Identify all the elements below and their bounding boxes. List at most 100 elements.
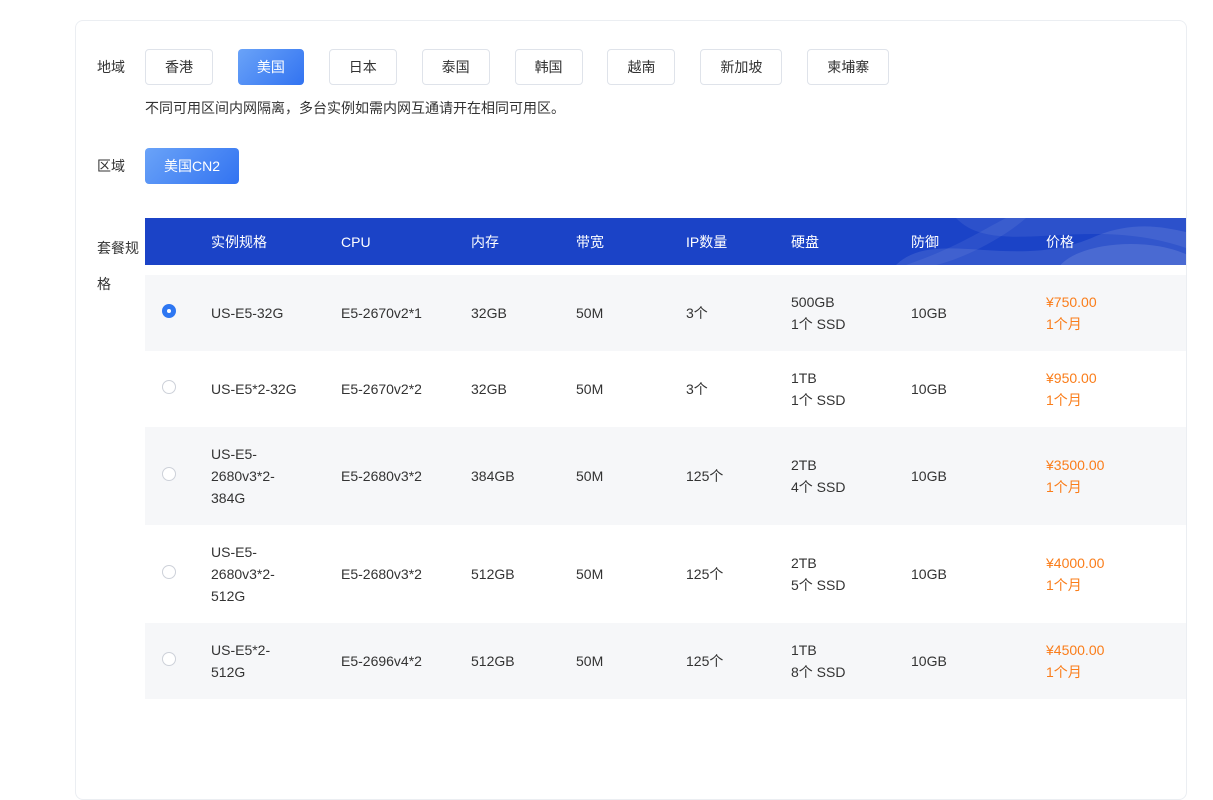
disk-size: 1TB xyxy=(791,367,893,389)
cell-ip-count: 125个 xyxy=(668,650,773,672)
price-amount: ¥950.00 xyxy=(1046,367,1146,389)
table-row[interactable]: US-E5-32G E5-2670v2*1 32GB 50M 3个 500GB … xyxy=(145,275,1186,351)
cell-disk: 2TB 4个 SSD xyxy=(773,454,893,498)
server-config-panel: 地域 香港 美国 日本 泰国 韩国 越南 新加坡 柬埔寨 不同可用区间内网隔离，… xyxy=(75,20,1187,800)
price-period: 1个月 xyxy=(1046,476,1146,498)
cell-cpu: E5-2670v2*1 xyxy=(323,302,453,324)
cell-bandwidth: 50M xyxy=(558,465,668,487)
cell-instance-spec: US-E5*2-512G xyxy=(193,639,299,683)
price-amount: ¥3500.00 xyxy=(1046,454,1146,476)
disk-size: 1TB xyxy=(791,639,893,661)
radio-cell xyxy=(145,563,193,585)
cell-price: ¥3500.00 1个月 xyxy=(1028,454,1146,498)
cell-instance-spec: US-E5-2680v3*2-384G xyxy=(193,443,299,509)
table-row[interactable]: US-E5*2-32G E5-2670v2*2 32GB 50M 3个 1TB … xyxy=(145,351,1186,427)
region-option-cambodia[interactable]: 柬埔寨 xyxy=(807,49,889,85)
region-option-korea[interactable]: 韩国 xyxy=(515,49,583,85)
disk-type: 4个 SSD xyxy=(791,476,893,498)
price-period: 1个月 xyxy=(1046,574,1146,596)
cell-defense: 10GB xyxy=(893,465,1028,487)
cell-bandwidth: 50M xyxy=(558,563,668,585)
price-period: 1个月 xyxy=(1046,389,1146,411)
cell-ip-count: 125个 xyxy=(668,563,773,585)
region-option-thailand[interactable]: 泰国 xyxy=(422,49,490,85)
col-header-memory: 内存 xyxy=(453,232,558,252)
col-header-ip-count: IP数量 xyxy=(668,232,773,252)
cell-price: ¥950.00 1个月 xyxy=(1028,367,1146,411)
cell-instance-spec: US-E5*2-32G xyxy=(193,378,299,400)
col-header-defense: 防御 xyxy=(893,232,1028,252)
col-header-bandwidth: 带宽 xyxy=(558,232,668,252)
disk-type: 8个 SSD xyxy=(791,661,893,683)
disk-size: 2TB xyxy=(791,552,893,574)
package-label: 套餐规格 xyxy=(76,218,145,302)
zone-row: 区域 美国CN2 xyxy=(76,148,1186,184)
price-amount: ¥4500.00 xyxy=(1046,639,1146,661)
radio-cell xyxy=(145,302,193,324)
region-label: 地域 xyxy=(76,49,145,85)
cell-ip-count: 3个 xyxy=(668,378,773,400)
radio-cell xyxy=(145,378,193,400)
table-header: 实例规格 CPU 内存 带宽 IP数量 硬盘 防御 价格 xyxy=(145,218,1186,265)
disk-size: 500GB xyxy=(791,291,893,313)
radio-icon[interactable] xyxy=(162,565,176,579)
cell-defense: 10GB xyxy=(893,378,1028,400)
cell-bandwidth: 50M xyxy=(558,302,668,324)
zone-label: 区域 xyxy=(76,148,145,184)
region-option-vietnam[interactable]: 越南 xyxy=(607,49,675,85)
disk-size: 2TB xyxy=(791,454,893,476)
price-amount: ¥4000.00 xyxy=(1046,552,1146,574)
cell-ip-count: 3个 xyxy=(668,302,773,324)
radio-icon[interactable] xyxy=(162,380,176,394)
package-table: 实例规格 CPU 内存 带宽 IP数量 硬盘 防御 价格 US-E5-32G E… xyxy=(145,218,1186,699)
cell-cpu: E5-2670v2*2 xyxy=(323,378,453,400)
price-amount: ¥750.00 xyxy=(1046,291,1146,313)
cell-memory: 384GB xyxy=(453,465,558,487)
radio-icon[interactable] xyxy=(162,652,176,666)
package-row: 套餐规格 实例规格 CPU 内存 带宽 IP数量 硬盘 防御 价格 xyxy=(76,218,1186,699)
price-period: 1个月 xyxy=(1046,313,1146,335)
cell-cpu: E5-2696v4*2 xyxy=(323,650,453,672)
cell-defense: 10GB xyxy=(893,302,1028,324)
cell-disk: 1TB 1个 SSD xyxy=(773,367,893,411)
region-option-japan[interactable]: 日本 xyxy=(329,49,397,85)
cell-defense: 10GB xyxy=(893,563,1028,585)
region-option-usa[interactable]: 美国 xyxy=(238,49,304,85)
radio-icon[interactable] xyxy=(162,467,176,481)
table-row[interactable]: US-E5*2-512G E5-2696v4*2 512GB 50M 125个 … xyxy=(145,623,1186,699)
table-row[interactable]: US-E5-2680v3*2-512G E5-2680v3*2 512GB 50… xyxy=(145,525,1186,623)
cell-disk: 1TB 8个 SSD xyxy=(773,639,893,683)
cell-disk: 2TB 5个 SSD xyxy=(773,552,893,596)
disk-type: 5个 SSD xyxy=(791,574,893,596)
table-body: US-E5-32G E5-2670v2*1 32GB 50M 3个 500GB … xyxy=(145,275,1186,699)
cell-memory: 32GB xyxy=(453,302,558,324)
col-header-instance-spec: 实例规格 xyxy=(193,232,323,252)
cell-price: ¥4500.00 1个月 xyxy=(1028,639,1146,683)
cell-bandwidth: 50M xyxy=(558,378,668,400)
radio-cell xyxy=(145,650,193,672)
region-option-singapore[interactable]: 新加坡 xyxy=(700,49,782,85)
region-option-hongkong[interactable]: 香港 xyxy=(145,49,213,85)
cell-memory: 32GB xyxy=(453,378,558,400)
radio-cell xyxy=(145,465,193,487)
table-row[interactable]: US-E5-2680v3*2-384G E5-2680v3*2 384GB 50… xyxy=(145,427,1186,525)
cell-price: ¥4000.00 1个月 xyxy=(1028,552,1146,596)
cell-memory: 512GB xyxy=(453,563,558,585)
cell-defense: 10GB xyxy=(893,650,1028,672)
zone-option-usa-cn2[interactable]: 美国CN2 xyxy=(145,148,239,184)
radio-selected-icon[interactable] xyxy=(162,304,176,318)
cell-memory: 512GB xyxy=(453,650,558,672)
cell-cpu: E5-2680v3*2 xyxy=(323,465,453,487)
region-options: 香港 美国 日本 泰国 韩国 越南 新加坡 柬埔寨 xyxy=(145,49,1186,85)
price-period: 1个月 xyxy=(1046,661,1146,683)
cell-price: ¥750.00 1个月 xyxy=(1028,291,1146,335)
disk-type: 1个 SSD xyxy=(791,313,893,335)
cell-instance-spec: US-E5-32G xyxy=(193,302,299,324)
cell-instance-spec: US-E5-2680v3*2-512G xyxy=(193,541,299,607)
cell-bandwidth: 50M xyxy=(558,650,668,672)
cell-ip-count: 125个 xyxy=(668,465,773,487)
cell-cpu: E5-2680v3*2 xyxy=(323,563,453,585)
cell-disk: 500GB 1个 SSD xyxy=(773,291,893,335)
region-hint-text: 不同可用区间内网隔离，多台实例如需内网互通请开在相同可用区。 xyxy=(145,98,1186,118)
col-header-price: 价格 xyxy=(1028,232,1146,252)
